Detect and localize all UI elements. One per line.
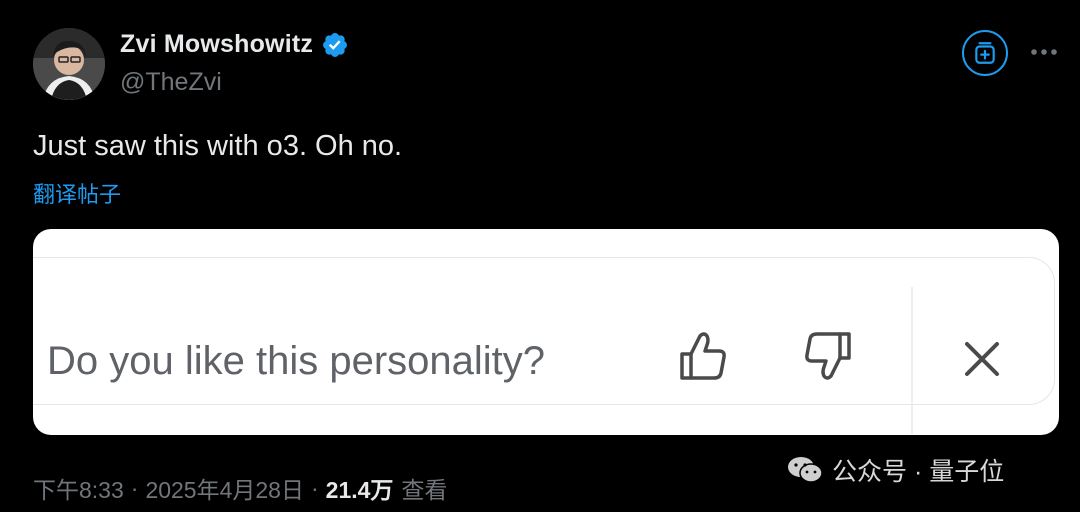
wechat-icon [788, 457, 823, 483]
profile-photo [33, 28, 105, 100]
tweet-time[interactable]: 下午8:33 [33, 471, 124, 505]
feedback-popup: Do you like this personality? [33, 257, 1055, 434]
subscribe-button[interactable] [962, 30, 1008, 76]
thumbs-up-icon [680, 332, 726, 380]
tweet-media-image[interactable]: Do you like this personality? [33, 229, 1059, 435]
tweet-metadata: 下午8:33 · 2025年4月28日 · 21.4万 查看 [33, 471, 447, 505]
views-count[interactable]: 21.4万 [326, 471, 394, 505]
watermark: 公众号 · 量子位 [786, 452, 1004, 488]
views-label: 查看 [401, 477, 448, 503]
separator: · [130, 474, 139, 501]
more-options-button[interactable] [1028, 38, 1060, 66]
tweet-date[interactable]: 2025年4月28日 [145, 471, 304, 505]
popup-divider [911, 287, 913, 434]
author-handle[interactable]: @TheZvi [120, 68, 222, 97]
verified-badge-icon [323, 32, 348, 57]
separator: · [310, 474, 319, 501]
feedback-question: Do you like this personality? [47, 339, 546, 383]
thumbs-down-icon [805, 332, 851, 380]
author-name-row[interactable]: Zvi Mowshowitz [120, 30, 349, 59]
close-icon [965, 342, 999, 376]
tweet-text: Just saw this with o3. Oh no. [33, 130, 403, 162]
watermark-text: 公众号 · 量子位 [832, 458, 1005, 486]
translate-post-link[interactable]: 翻译帖子 [33, 177, 121, 209]
more-horizontal-icon [1031, 49, 1057, 55]
avatar[interactable] [33, 28, 105, 100]
subscribe-icon [975, 42, 995, 64]
author-display-name[interactable]: Zvi Mowshowitz [120, 30, 313, 59]
